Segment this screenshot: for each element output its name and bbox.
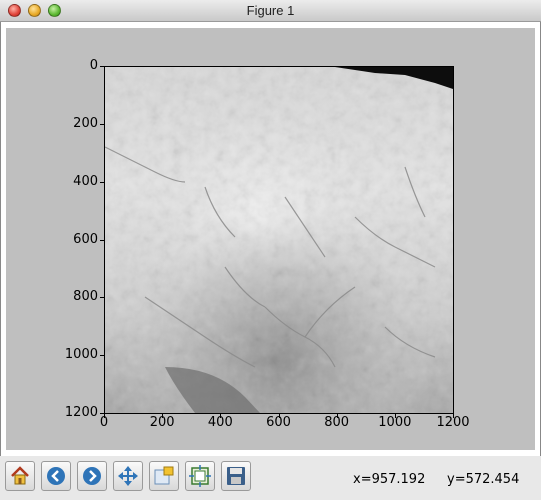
x-tick-mark [336,414,338,418]
image-axes[interactable] [104,66,454,414]
window-title: Figure 1 [246,3,295,18]
y-tick-label: 1000 [64,347,98,363]
zoom-icon [154,466,174,485]
pan-icon [118,466,138,486]
y-coordinate-readout: y=572.454 [447,472,520,487]
forward-icon [83,467,101,485]
x-coordinate-readout: x=957.192 [353,472,426,487]
subplots-button[interactable] [185,461,215,491]
back-icon [47,467,65,485]
y-tick-mark [100,297,104,299]
x-tick-mark [453,414,454,418]
y-tick-mark [100,181,104,183]
y-tick-mark [100,123,104,125]
y-tick-label: 0 [89,58,98,73]
y-tick-label: 400 [73,173,98,189]
x-tick-mark [220,414,222,418]
pan-button[interactable] [113,461,143,491]
home-icon [11,466,29,485]
forward-button[interactable] [77,461,107,491]
home-button[interactable] [5,461,35,491]
subplots-icon [189,465,211,487]
y-tick-label: 600 [73,231,98,247]
save-button[interactable] [221,461,251,491]
y-tick-mark [100,66,104,67]
x-tick-mark [104,414,105,418]
y-tick-label: 200 [73,115,98,131]
y-tick-label: 800 [73,289,98,305]
terrain-image [105,67,453,413]
x-tick-mark [278,414,280,418]
x-tick-mark [394,414,396,418]
y-tick-mark [100,355,104,357]
zoom-rect-button[interactable] [149,461,179,491]
save-icon [227,467,245,485]
y-tick-mark [100,239,104,241]
back-button[interactable] [41,461,71,491]
x-tick-mark [162,414,164,418]
title-bar: Figure 1 [0,0,541,22]
